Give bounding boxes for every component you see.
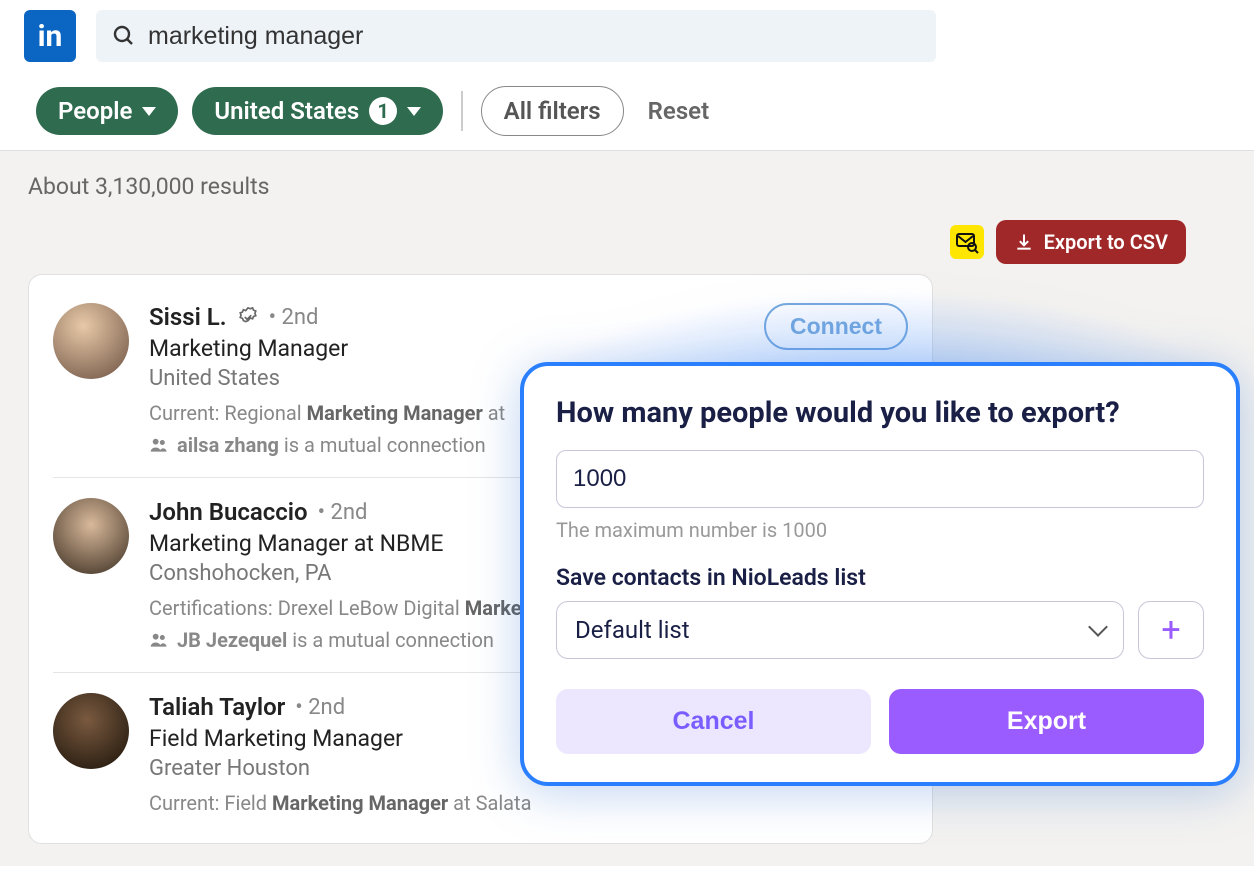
- dialog-title: How many people would you like to export…: [556, 396, 1204, 430]
- cancel-button[interactable]: Cancel: [556, 689, 871, 754]
- avatar[interactable]: [53, 498, 129, 574]
- filter-people[interactable]: People: [36, 87, 178, 135]
- chevron-down-icon: [407, 107, 421, 116]
- results-count: About 3,130,000 results: [28, 173, 1226, 200]
- filter-people-label: People: [58, 97, 132, 125]
- export-row: Export to CSV: [28, 220, 1186, 264]
- filter-location-label: United States: [214, 97, 359, 125]
- search-box[interactable]: [96, 10, 936, 62]
- export-count-input[interactable]: [556, 450, 1204, 508]
- search-input[interactable]: [148, 22, 920, 51]
- plus-icon: +: [1161, 610, 1180, 650]
- result-current: Current: Field Marketing Manager at Sala…: [149, 791, 908, 815]
- export-button[interactable]: Export: [889, 689, 1204, 754]
- download-icon: [1014, 232, 1034, 252]
- result-name[interactable]: Taliah Taylor: [149, 693, 285, 721]
- connection-degree: • 2nd: [269, 305, 319, 330]
- chevron-down-icon: [142, 107, 156, 116]
- export-dialog-wrapper: How many people would you like to export…: [520, 362, 1240, 786]
- chevron-down-icon: [1088, 617, 1108, 637]
- list-select-value: Default list: [575, 616, 690, 644]
- filter-location[interactable]: United States 1: [192, 87, 443, 135]
- result-name[interactable]: Sissi L.: [149, 303, 227, 331]
- people-icon: [149, 435, 169, 455]
- top-bar: in: [0, 0, 1254, 72]
- export-count-hint: The maximum number is 1000: [556, 518, 1204, 542]
- connection-degree: • 2nd: [295, 695, 345, 720]
- search-icon: [112, 24, 136, 48]
- separator: [461, 91, 463, 131]
- export-csv-label: Export to CSV: [1044, 230, 1168, 254]
- avatar[interactable]: [53, 303, 129, 379]
- people-icon: [149, 630, 169, 650]
- save-list-label: Save contacts in NioLeads list: [556, 564, 1204, 591]
- filter-all[interactable]: All filters: [481, 86, 624, 136]
- export-csv-button[interactable]: Export to CSV: [996, 220, 1186, 264]
- filter-all-label: All filters: [504, 97, 601, 125]
- add-list-button[interactable]: +: [1138, 601, 1204, 659]
- verified-icon: [237, 306, 259, 328]
- result-name[interactable]: John Bucaccio: [149, 498, 308, 526]
- list-select[interactable]: Default list: [556, 601, 1124, 659]
- linkedin-logo[interactable]: in: [24, 10, 76, 62]
- export-dialog: How many people would you like to export…: [520, 362, 1240, 786]
- filter-bar: People United States 1 All filters Reset: [0, 72, 1254, 151]
- connection-degree: • 2nd: [318, 500, 368, 525]
- filter-reset[interactable]: Reset: [648, 97, 709, 125]
- avatar[interactable]: [53, 693, 129, 769]
- filter-location-badge: 1: [369, 97, 397, 125]
- find-email-button[interactable]: [950, 225, 984, 259]
